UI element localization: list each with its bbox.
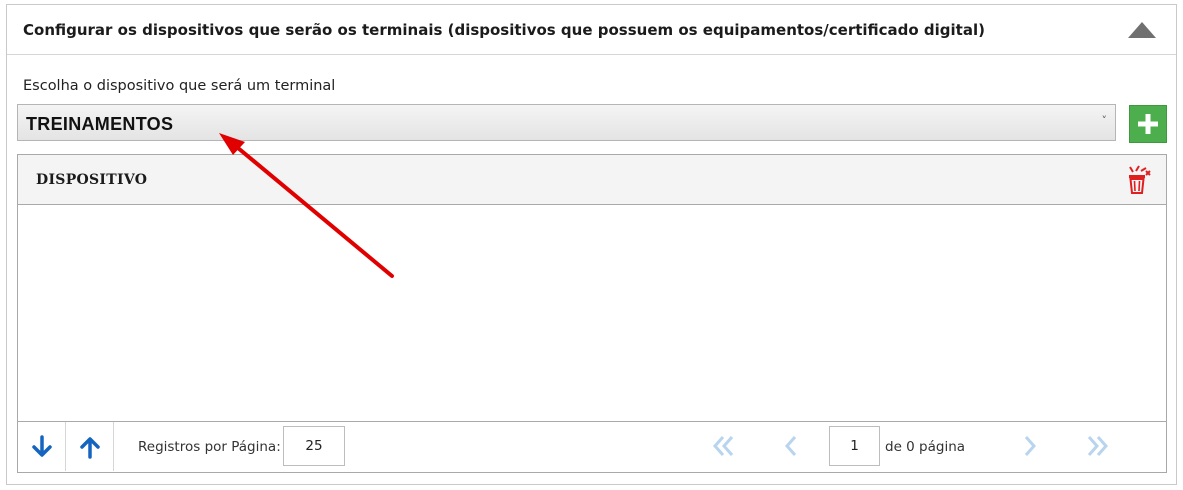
delete-trash-icon[interactable] xyxy=(1124,165,1152,195)
table-pager: Registros por Página: de 0 página xyxy=(18,421,1166,472)
arrow-down-icon xyxy=(32,435,52,457)
sort-up-button[interactable] xyxy=(66,422,114,471)
table-body xyxy=(18,204,1166,422)
column-header-dispositivo[interactable]: DISPOSITIVO xyxy=(36,172,147,188)
records-per-page-label: Registros por Página: xyxy=(138,439,281,455)
page-count-label: de 0 página xyxy=(885,439,966,455)
last-page-icon[interactable] xyxy=(1082,430,1114,462)
table-header: DISPOSITIVO xyxy=(18,155,1166,205)
terminal-config-panel: Configurar os dispositivos que serão os … xyxy=(6,4,1177,485)
plus-icon xyxy=(1138,114,1158,134)
devices-table: DISPOSITIVO Registros por Página: 25 1 d… xyxy=(17,154,1167,473)
arrow-up-icon xyxy=(80,437,100,459)
records-per-page-input[interactable] xyxy=(283,426,345,466)
first-page-icon[interactable] xyxy=(707,430,739,462)
panel-title: Configurar os dispositivos que serão os … xyxy=(23,21,985,39)
device-select-label: Escolha o dispositivo que será um termin… xyxy=(23,78,336,94)
chevron-down-icon: ˅ xyxy=(1101,114,1108,127)
next-page-icon[interactable] xyxy=(1013,430,1045,462)
previous-page-icon[interactable] xyxy=(776,430,808,462)
current-page-input[interactable] xyxy=(829,426,880,466)
device-select[interactable]: TREINAMENTOS ˅ xyxy=(17,104,1116,141)
add-device-button[interactable] xyxy=(1129,105,1167,143)
panel-header[interactable]: Configurar os dispositivos que serão os … xyxy=(7,5,1176,55)
device-select-value: TREINAMENTOS xyxy=(26,114,174,134)
sort-down-button[interactable] xyxy=(18,422,66,471)
collapse-triangle-icon[interactable] xyxy=(1127,21,1157,39)
